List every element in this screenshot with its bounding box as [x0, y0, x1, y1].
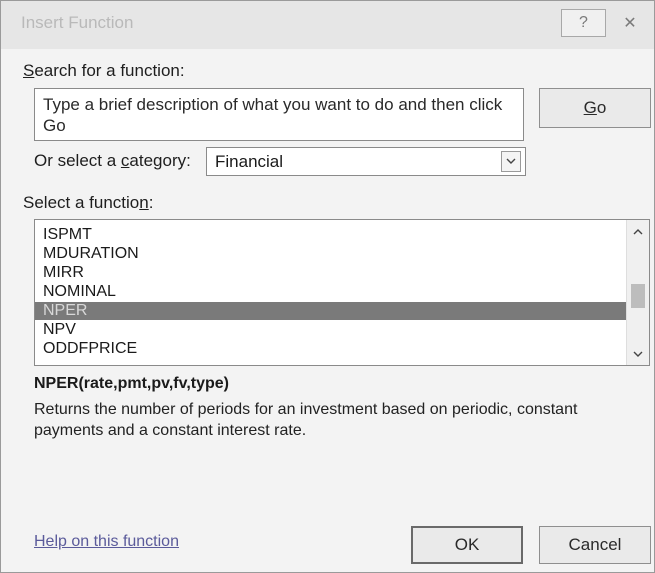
- category-label: Or select a category:: [34, 151, 191, 171]
- help-button[interactable]: ?: [561, 9, 606, 37]
- category-label-post: ategory:: [129, 151, 191, 170]
- chevron-down-icon[interactable]: [501, 151, 521, 172]
- function-list[interactable]: ISPMT MDURATION MIRR NOMINAL NPER NPV OD…: [34, 219, 650, 366]
- category-label-pre: Or select a: [34, 151, 121, 170]
- function-list-scrollbar[interactable]: [626, 220, 649, 365]
- function-description: Returns the number of periods for an inv…: [34, 401, 578, 439]
- function-list-label-post: :: [148, 193, 154, 212]
- search-input[interactable]: Type a brief description of what you wan…: [34, 88, 524, 141]
- function-list-item[interactable]: NPV: [35, 321, 627, 339]
- scrollbar-thumb[interactable]: [631, 284, 645, 308]
- insert-function-dialog: Insert Function ? ✕ Search for a functio…: [0, 0, 655, 573]
- go-button-label: o: [596, 98, 607, 117]
- ok-button[interactable]: OK: [411, 526, 523, 564]
- title-bar: Insert Function ? ✕: [1, 1, 654, 49]
- function-list-item[interactable]: MIRR: [35, 264, 627, 282]
- search-label-accesskey: S: [23, 61, 35, 80]
- help-on-function-link[interactable]: Help on this function: [34, 533, 179, 551]
- close-button[interactable]: ✕: [610, 9, 650, 37]
- dialog-title: Insert Function: [21, 13, 134, 32]
- close-icon: ✕: [623, 15, 637, 32]
- function-list-item[interactable]: NPER: [35, 302, 627, 320]
- function-list-item[interactable]: ODDFPRICE: [35, 340, 627, 358]
- search-label: Search for a function:: [23, 61, 185, 81]
- question-mark-icon: ?: [579, 14, 588, 31]
- function-list-item[interactable]: NOMINAL: [35, 283, 627, 301]
- function-list-item[interactable]: MDURATION: [35, 245, 627, 263]
- chevron-down-icon[interactable]: [627, 345, 649, 363]
- category-selected-value: Financial: [215, 152, 284, 171]
- function-list-label-pre: Select a functio: [23, 193, 140, 212]
- function-list-item[interactable]: ISPMT: [35, 226, 627, 244]
- search-label-text: earch for a function:: [34, 61, 185, 80]
- function-list-label: Select a function:: [23, 193, 153, 213]
- category-select[interactable]: Financial: [206, 147, 526, 176]
- ok-button-label: OK: [454, 535, 480, 554]
- cancel-button-label: Cancel: [568, 535, 622, 554]
- cancel-button[interactable]: Cancel: [539, 526, 651, 564]
- function-syntax: NPER(rate,pmt,pv,fv,type): [34, 375, 229, 392]
- function-list-label-accesskey: n: [139, 193, 149, 212]
- go-button-accesskey: G: [583, 98, 597, 117]
- go-button[interactable]: Go: [539, 88, 651, 128]
- search-input-value: Type a brief description of what you wan…: [43, 95, 503, 135]
- chevron-up-icon[interactable]: [627, 222, 649, 240]
